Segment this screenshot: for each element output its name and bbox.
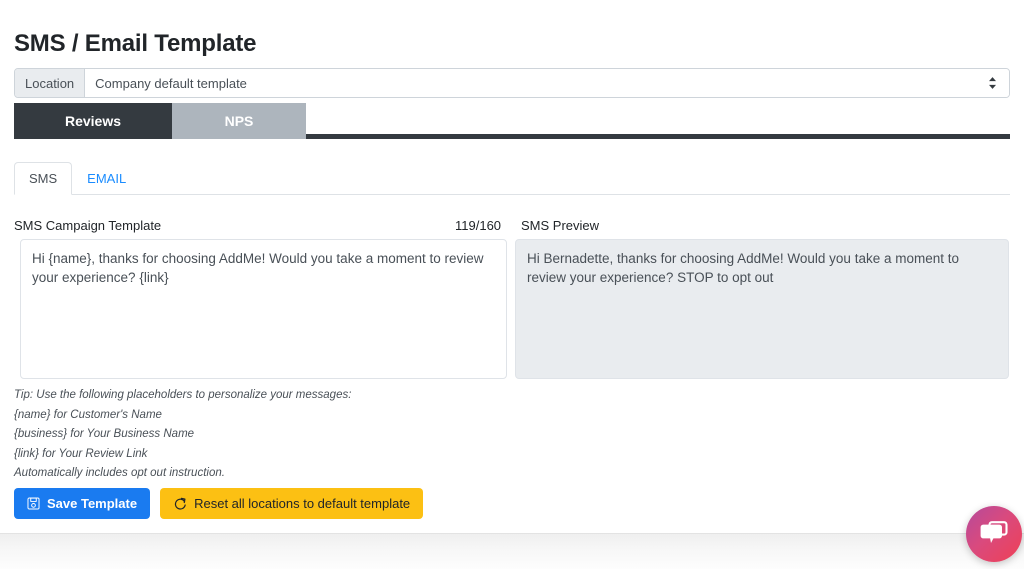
sms-preview-box: Hi Bernadette, thanks for choosing AddMe… xyxy=(515,239,1009,379)
refresh-icon xyxy=(173,497,187,511)
channel-tab-list: SMS EMAIL xyxy=(14,162,1010,195)
save-icon xyxy=(27,497,40,510)
app-root: SMS / Email Template Location Company de… xyxy=(0,0,1024,569)
tab-sms-label: SMS xyxy=(29,171,58,186)
sms-template-textarea[interactable] xyxy=(20,239,507,379)
sms-preview-label: SMS Preview xyxy=(521,218,600,233)
reset-all-locations-button-label: Reset all locations to default template xyxy=(194,496,411,511)
page-card: SMS / Email Template Location Company de… xyxy=(0,0,1024,533)
mode-tab-nps[interactable]: NPS xyxy=(172,103,306,139)
location-label: Location xyxy=(15,69,86,97)
tip-line-business: {business} for Your Business Name xyxy=(14,428,195,440)
save-template-button[interactable]: Save Template xyxy=(14,488,151,519)
page-title: SMS / Email Template xyxy=(14,30,257,58)
tab-sms[interactable]: SMS xyxy=(14,162,73,195)
reset-all-locations-button[interactable]: Reset all locations to default template xyxy=(160,488,424,519)
tab-email[interactable]: EMAIL xyxy=(72,162,141,195)
mode-tab-bar: Reviews NPS xyxy=(14,103,1010,139)
location-select-group[interactable]: Location Company default template xyxy=(14,68,1010,98)
save-template-button-label: Save Template xyxy=(47,496,138,511)
select-updown-arrows-icon xyxy=(988,77,997,90)
sms-campaign-template-label: SMS Campaign Template xyxy=(14,218,162,233)
template-editor-section: SMS Campaign Template 119/160 SMS Previe… xyxy=(14,216,1010,379)
action-button-row: Save Template Reset all locations to def… xyxy=(14,488,424,519)
editor-labels-row: SMS Campaign Template 119/160 SMS Previe… xyxy=(14,216,1010,236)
character-counter: 119/160 xyxy=(455,218,502,233)
tip-line-optout: Automatically includes opt out instructi… xyxy=(14,467,225,479)
mode-tab-reviews-label: Reviews xyxy=(64,113,122,129)
tip-line-link: {link} for Your Review Link xyxy=(14,447,148,460)
placeholder-tips: Tip: Use the following placeholders to p… xyxy=(14,386,614,484)
footer-strip xyxy=(0,533,1024,569)
chat-bubbles-icon xyxy=(979,520,1009,548)
editor-boxes-row: Hi Bernadette, thanks for choosing AddMe… xyxy=(14,239,1010,379)
location-selected-value: Company default template xyxy=(95,75,247,91)
tab-email-label: EMAIL xyxy=(87,171,127,186)
tip-line-intro: Tip: Use the following placeholders to p… xyxy=(14,389,352,401)
tip-line-name: {name} for Customer's Name xyxy=(14,408,162,421)
mode-tab-list: Reviews NPS xyxy=(14,103,306,139)
mode-tab-nps-label: NPS xyxy=(224,113,254,129)
chat-launcher-button[interactable] xyxy=(966,506,1022,562)
location-select[interactable]: Company default template xyxy=(85,69,1009,97)
mode-tab-reviews[interactable]: Reviews xyxy=(14,103,172,139)
